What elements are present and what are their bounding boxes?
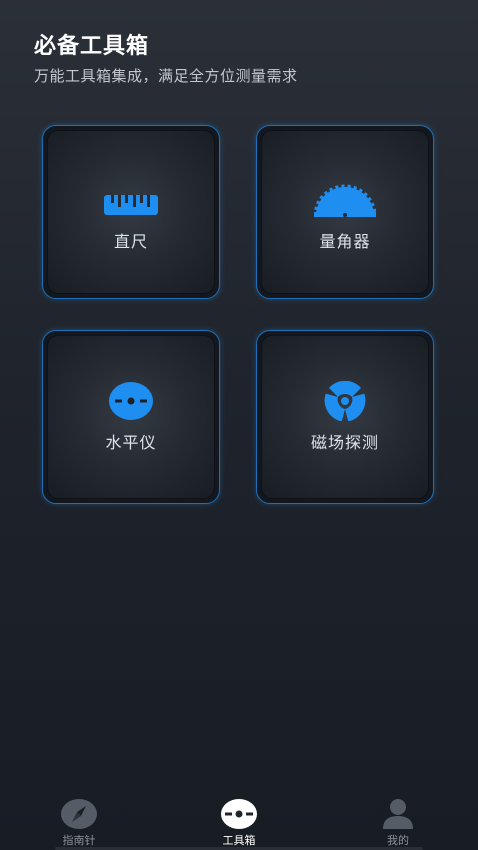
tool-card-magnetic[interactable]: 磁场探测: [256, 330, 434, 504]
tool-label-protractor: 量角器: [319, 232, 371, 251]
page-subtitle: 万能工具箱集成，满足全方位测量需求: [34, 67, 298, 85]
tool-label-ruler: 直尺: [113, 232, 148, 251]
protractor-icon: [314, 184, 376, 217]
toolbox-icon: [221, 799, 257, 829]
tab-label-profile: 我的: [387, 834, 409, 847]
tab-compass[interactable]: 指南针: [29, 790, 129, 850]
ruler-icon: [104, 195, 158, 215]
compass-icon: [61, 799, 97, 829]
page-header: 必备工具箱 万能工具箱集成，满足全方位测量需求: [34, 32, 298, 86]
tab-label-toolbox: 工具箱: [222, 834, 256, 847]
bottom-tab-bar: 指南针 工具箱 我的: [0, 790, 478, 850]
tool-grid: 直尺 量角器 水平仪 磁场探测: [42, 125, 436, 507]
level-icon: [109, 382, 153, 420]
tool-card-level[interactable]: 水平仪: [42, 330, 220, 504]
tool-card-protractor[interactable]: 量角器: [256, 125, 434, 299]
tab-toolbox[interactable]: 工具箱: [189, 790, 289, 850]
page-title: 必备工具箱: [34, 34, 150, 59]
tool-label-magnetic: 磁场探测: [310, 433, 379, 452]
magnetic-field-icon: [324, 381, 366, 421]
profile-icon: [383, 799, 413, 829]
tab-profile[interactable]: 我的: [348, 790, 448, 850]
tool-label-level: 水平仪: [105, 433, 157, 452]
tool-card-ruler[interactable]: 直尺: [42, 125, 220, 299]
tab-label-compass: 指南针: [62, 834, 96, 847]
